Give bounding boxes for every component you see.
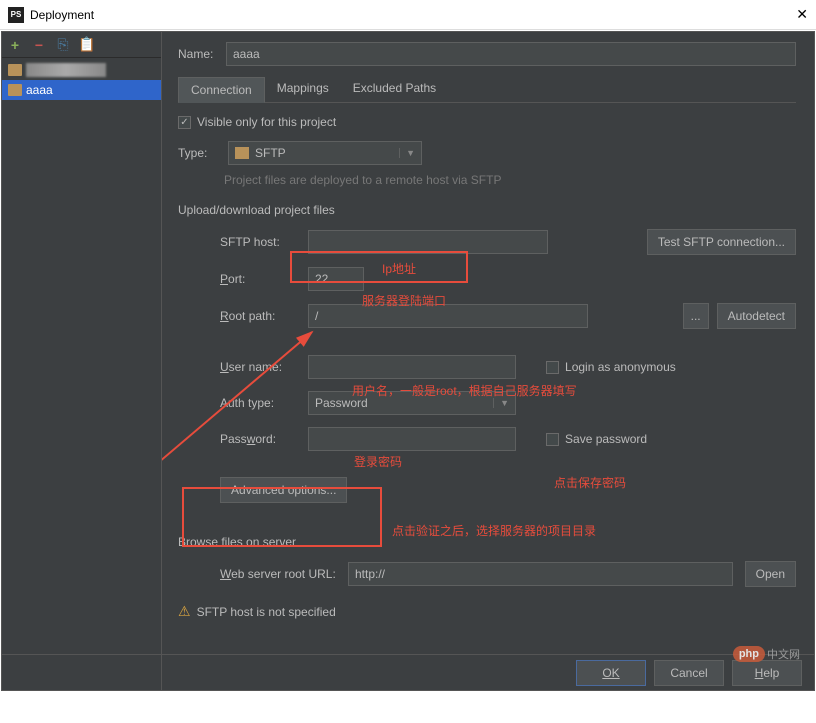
chevron-down-icon: ▼ — [493, 398, 509, 408]
warning-text: SFTP host is not specified — [197, 605, 336, 619]
server-icon — [8, 64, 22, 76]
ok-button[interactable]: OK — [576, 660, 646, 686]
tabs: Connection Mappings Excluded Paths — [178, 76, 796, 103]
server-icon — [8, 84, 22, 96]
app-icon: PS — [8, 7, 24, 23]
content-panel: Name: Connection Mappings Excluded Paths… — [162, 32, 814, 690]
type-label: Type: — [178, 146, 220, 160]
tab-excluded-paths[interactable]: Excluded Paths — [341, 76, 448, 102]
server-tree: aaaa — [2, 58, 161, 102]
window-title: Deployment — [30, 8, 768, 22]
web-url-input[interactable] — [348, 562, 733, 586]
add-icon[interactable]: + — [8, 38, 22, 52]
tab-connection[interactable]: Connection — [178, 77, 265, 103]
sftp-host-label: SFTP host: — [178, 235, 308, 249]
advanced-options-button[interactable]: Advanced options... — [220, 477, 347, 503]
type-hint: Project files are deployed to a remote h… — [224, 173, 796, 187]
type-value: SFTP — [255, 146, 286, 160]
auth-type-label: Auth type: — [178, 396, 308, 410]
autodetect-button[interactable]: Autodetect — [717, 303, 796, 329]
test-connection-button[interactable]: Test SFTP connection... — [647, 229, 796, 255]
root-path-input[interactable] — [308, 304, 588, 328]
remove-icon[interactable]: − — [32, 38, 46, 52]
browse-section-title: Browse files on server — [178, 535, 796, 549]
save-password-label: Save password — [565, 432, 647, 446]
tree-item-label-blurred — [26, 63, 106, 77]
password-input[interactable] — [308, 427, 516, 451]
watermark-text: 中文网 — [767, 646, 800, 662]
watermark: php 中文网 — [733, 646, 800, 662]
chevron-down-icon: ▼ — [399, 148, 415, 158]
watermark-brand: php — [733, 646, 765, 662]
warning-icon: ⚠ — [178, 603, 191, 620]
cancel-button[interactable]: Cancel — [654, 660, 724, 686]
type-select[interactable]: SFTP ▼ — [228, 141, 422, 165]
web-url-label: Web server root URL: — [178, 567, 348, 581]
sftp-icon — [235, 147, 249, 159]
titlebar: PS Deployment ✕ — [0, 0, 816, 30]
login-anonymous-label: Login as anonymous — [565, 360, 676, 374]
copy-icon[interactable]: ⎘ — [56, 38, 70, 52]
name-label: Name: — [178, 47, 226, 61]
name-input[interactable] — [226, 42, 796, 66]
footer: OK Cancel Help — [2, 654, 814, 690]
tree-item-label: aaaa — [26, 83, 53, 97]
main-panel: + − ⎘ 📋 aaaa Name: Connection Mappings E… — [1, 31, 815, 691]
sidebar: + − ⎘ 📋 aaaa — [2, 32, 162, 690]
user-name-label: User name: — [178, 360, 308, 374]
auth-type-value: Password — [315, 396, 368, 410]
tree-item[interactable]: aaaa — [2, 80, 161, 100]
login-anonymous-checkbox[interactable] — [546, 361, 559, 374]
open-button[interactable]: Open — [745, 561, 796, 587]
tab-mappings[interactable]: Mappings — [265, 76, 341, 102]
tree-item[interactable] — [2, 60, 161, 80]
browse-root-button[interactable]: ... — [683, 303, 709, 329]
auth-type-select[interactable]: Password ▼ — [308, 391, 516, 415]
close-icon[interactable]: ✕ — [768, 6, 808, 23]
visible-only-checkbox[interactable]: ✓ — [178, 116, 191, 129]
root-path-label: Root path: — [178, 309, 308, 323]
sftp-host-input[interactable] — [308, 230, 548, 254]
port-input[interactable] — [308, 267, 364, 291]
user-name-input[interactable] — [308, 355, 516, 379]
sidebar-toolbar: + − ⎘ 📋 — [2, 32, 161, 58]
upload-section-title: Upload/download project files — [178, 203, 796, 217]
paste-icon[interactable]: 📋 — [80, 38, 94, 52]
port-label: Port: — [178, 272, 308, 286]
save-password-checkbox[interactable] — [546, 433, 559, 446]
password-label: Password: — [178, 432, 308, 446]
help-button[interactable]: Help — [732, 660, 802, 686]
visible-only-label: Visible only for this project — [197, 115, 336, 129]
